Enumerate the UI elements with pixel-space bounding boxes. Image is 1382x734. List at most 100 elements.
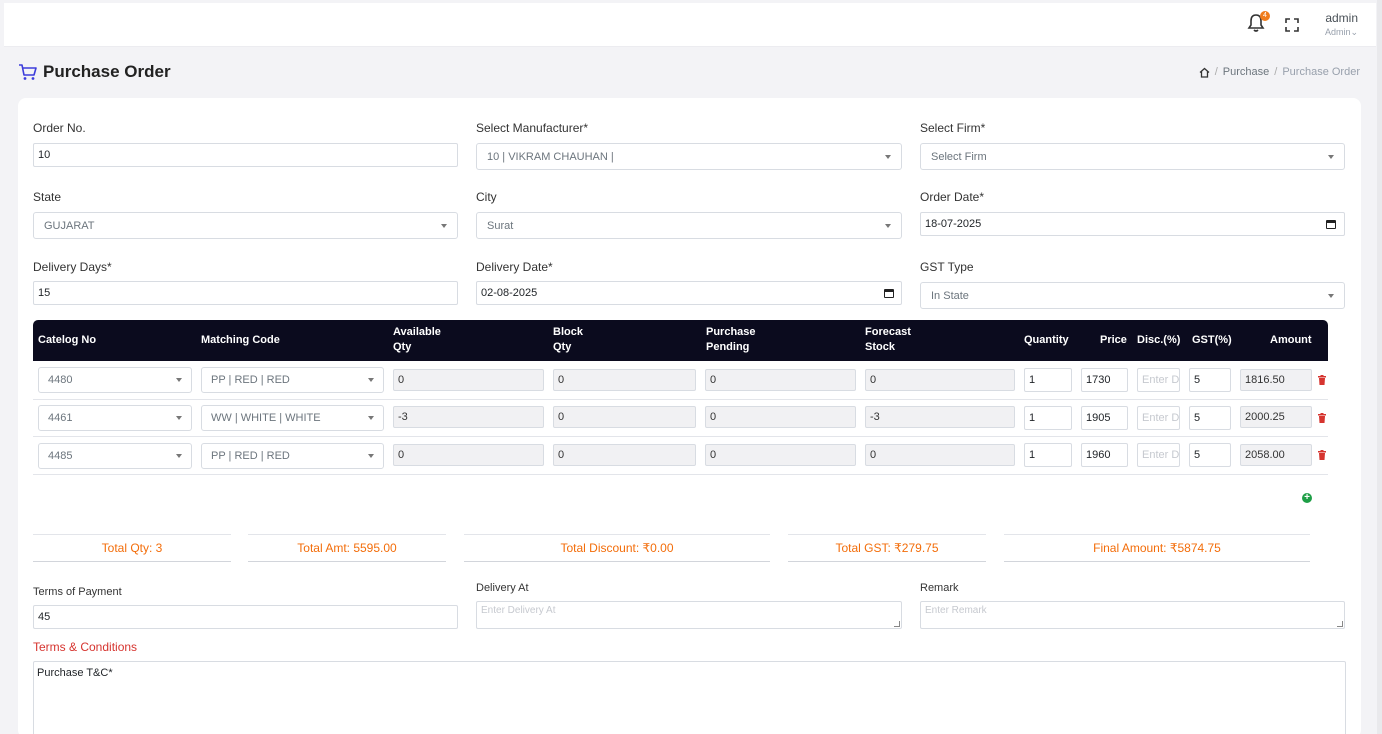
remark-placeholder: Enter Remark xyxy=(925,605,987,616)
breadcrumb: / Purchase / Purchase Order xyxy=(1199,66,1360,78)
catalog-value: 4485 xyxy=(48,450,73,462)
manufacturer-label: Select Manufacturer* xyxy=(476,121,589,135)
breadcrumb-current: Purchase Order xyxy=(1282,66,1360,78)
delivery-days-value: 15 xyxy=(38,287,51,299)
price-input[interactable]: 1730 xyxy=(1081,368,1128,392)
th-block: Block Qty xyxy=(553,325,583,355)
matching-select[interactable]: PP | RED | RED xyxy=(201,367,384,393)
available-qty: 0 xyxy=(393,444,544,466)
firm-value: Select Firm xyxy=(931,150,987,163)
delivery-date-input[interactable]: 02-08-2025 xyxy=(476,281,902,305)
quantity-input[interactable]: 1 xyxy=(1024,406,1072,430)
total-discount: Total Discount: ₹0.00 xyxy=(464,534,770,562)
order-no-value: 10 xyxy=(38,149,51,161)
trash-icon[interactable] xyxy=(1318,413,1326,423)
catalog-select[interactable]: 4480 xyxy=(38,367,192,393)
th-purchase-pending: Purchase Pending xyxy=(706,325,756,355)
trash-icon[interactable] xyxy=(1318,450,1326,460)
purchase-pending: 0 xyxy=(705,369,856,391)
user-name[interactable]: admin xyxy=(1318,11,1358,25)
quantity-value: 1 xyxy=(1029,449,1036,461)
purchase-pending: 0 xyxy=(705,444,856,466)
amount-value: 2000.25 xyxy=(1240,406,1312,428)
order-date-label: Order Date* xyxy=(920,190,985,204)
order-date-input[interactable]: 18-07-2025 xyxy=(920,212,1345,236)
gst-input[interactable]: 5 xyxy=(1189,443,1231,467)
forecast-stock: -3 xyxy=(865,406,1015,428)
discount-input[interactable]: Enter D xyxy=(1137,406,1180,430)
purchase-pending: 0 xyxy=(705,406,856,428)
quantity-value: 1 xyxy=(1029,412,1036,424)
chevron-down-icon: ⌄ xyxy=(1350,27,1358,37)
order-date-value: 18-07-2025 xyxy=(925,218,982,230)
page-title: Purchase Order xyxy=(43,62,171,81)
discount-input[interactable]: Enter D xyxy=(1137,368,1180,392)
caret-down-icon xyxy=(441,223,447,228)
add-row-icon[interactable]: + xyxy=(1302,493,1312,503)
discount-placeholder: Enter D xyxy=(1142,374,1180,386)
resize-handle-icon[interactable] xyxy=(894,621,900,627)
matching-select[interactable]: PP | RED | RED xyxy=(201,443,384,469)
remark-label: Remark xyxy=(920,582,959,594)
firm-select[interactable]: Select Firm xyxy=(920,143,1345,170)
terms-of-payment-input[interactable]: 45 xyxy=(33,605,458,629)
breadcrumb-purchase[interactable]: Purchase xyxy=(1223,66,1269,78)
catalog-select[interactable]: 4485 xyxy=(38,443,192,469)
terms-conditions-textarea[interactable]: Purchase T&C* xyxy=(33,661,1346,734)
delivery-days-label: Delivery Days* xyxy=(33,260,112,274)
caret-down-icon xyxy=(176,454,182,458)
gst-input[interactable]: 5 xyxy=(1189,406,1231,430)
total-qty: Total Qty: 3 xyxy=(33,534,231,562)
caret-down-icon xyxy=(368,454,374,458)
caret-down-icon xyxy=(176,378,182,382)
resize-handle-icon[interactable] xyxy=(1337,621,1343,627)
th-forecast: Forecast Stock xyxy=(865,325,911,355)
firm-label: Select Firm* xyxy=(920,121,986,135)
city-select[interactable]: Surat xyxy=(476,212,902,239)
row-divider xyxy=(33,436,1328,437)
fullscreen-icon[interactable] xyxy=(1285,18,1299,32)
caret-down-icon xyxy=(885,154,891,159)
scrollbar[interactable] xyxy=(1377,0,1382,734)
state-label: State xyxy=(33,190,62,204)
discount-input[interactable]: Enter D xyxy=(1137,443,1180,467)
price-value: 1960 xyxy=(1086,449,1111,461)
terms-of-payment-value: 45 xyxy=(38,611,51,623)
catalog-value: 4461 xyxy=(48,412,73,424)
quantity-value: 1 xyxy=(1029,374,1036,386)
amount-value: 2058.00 xyxy=(1240,444,1312,466)
caret-down-icon xyxy=(368,378,374,382)
gst-type-value: In State xyxy=(931,289,969,302)
home-icon[interactable] xyxy=(1199,67,1210,78)
amount-value: 1816.50 xyxy=(1240,369,1312,391)
quantity-input[interactable]: 1 xyxy=(1024,368,1072,392)
th-available-line2: Qty xyxy=(393,341,412,353)
matching-select[interactable]: WW | WHITE | WHITE xyxy=(201,405,384,431)
user-role-dropdown[interactable]: Admin⌄ xyxy=(1318,27,1358,38)
delivery-at-textarea[interactable]: Enter Delivery At xyxy=(476,601,902,629)
terms-conditions-value: Purchase T&C* xyxy=(37,667,113,679)
th-forecast-line2: Stock xyxy=(865,341,895,353)
total-gst: Total GST: ₹279.75 xyxy=(788,534,986,562)
quantity-input[interactable]: 1 xyxy=(1024,443,1072,467)
trash-icon[interactable] xyxy=(1318,375,1326,385)
breadcrumb-separator: / xyxy=(1214,66,1218,78)
gst-value: 5 xyxy=(1194,412,1201,424)
remark-textarea[interactable]: Enter Remark xyxy=(920,601,1345,629)
state-select[interactable]: GUJARAT xyxy=(33,212,458,239)
gst-type-select[interactable]: In State xyxy=(920,282,1345,309)
calendar-icon[interactable] xyxy=(1326,219,1336,229)
calendar-icon[interactable] xyxy=(884,288,894,298)
order-no-input[interactable]: 10 xyxy=(33,143,458,167)
final-amount: Final Amount: ₹5874.75 xyxy=(1004,534,1310,562)
catalog-select[interactable]: 4461 xyxy=(38,405,192,431)
matching-value: PP | RED | RED xyxy=(211,374,290,386)
gst-input[interactable]: 5 xyxy=(1189,368,1231,392)
manufacturer-select[interactable]: 10 | VIKRAM CHAUHAN | xyxy=(476,143,902,170)
delivery-days-input[interactable]: 15 xyxy=(33,281,458,305)
th-disc: Disc.(%) xyxy=(1137,334,1181,346)
price-input[interactable]: 1960 xyxy=(1081,443,1128,467)
caret-down-icon xyxy=(176,416,182,420)
price-input[interactable]: 1905 xyxy=(1081,406,1128,430)
available-qty: 0 xyxy=(393,369,544,391)
